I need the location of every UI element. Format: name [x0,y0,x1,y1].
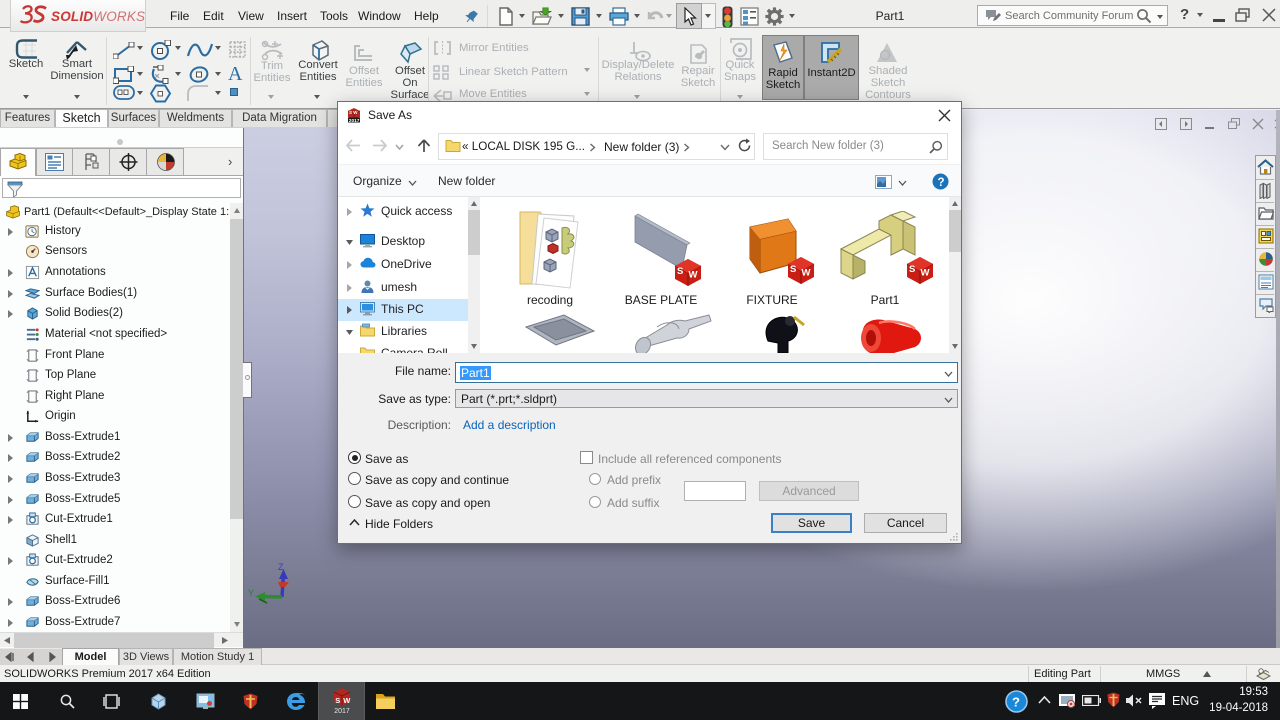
svg-text:S W: S W [349,110,358,115]
svg-text:W: W [689,270,698,281]
svg-text:S: S [335,696,340,705]
svg-text:W: W [921,268,930,279]
svg-text:S: S [790,264,796,275]
svg-text:W: W [343,696,351,705]
svg-text:Y: Y [248,588,254,598]
svg-text:S: S [677,266,683,277]
svg-text:2017: 2017 [349,118,360,123]
svg-text:W: W [802,268,811,279]
svg-text:S: S [909,264,915,275]
svg-text:?: ? [1012,695,1020,710]
svg-text:?: ? [938,177,945,189]
